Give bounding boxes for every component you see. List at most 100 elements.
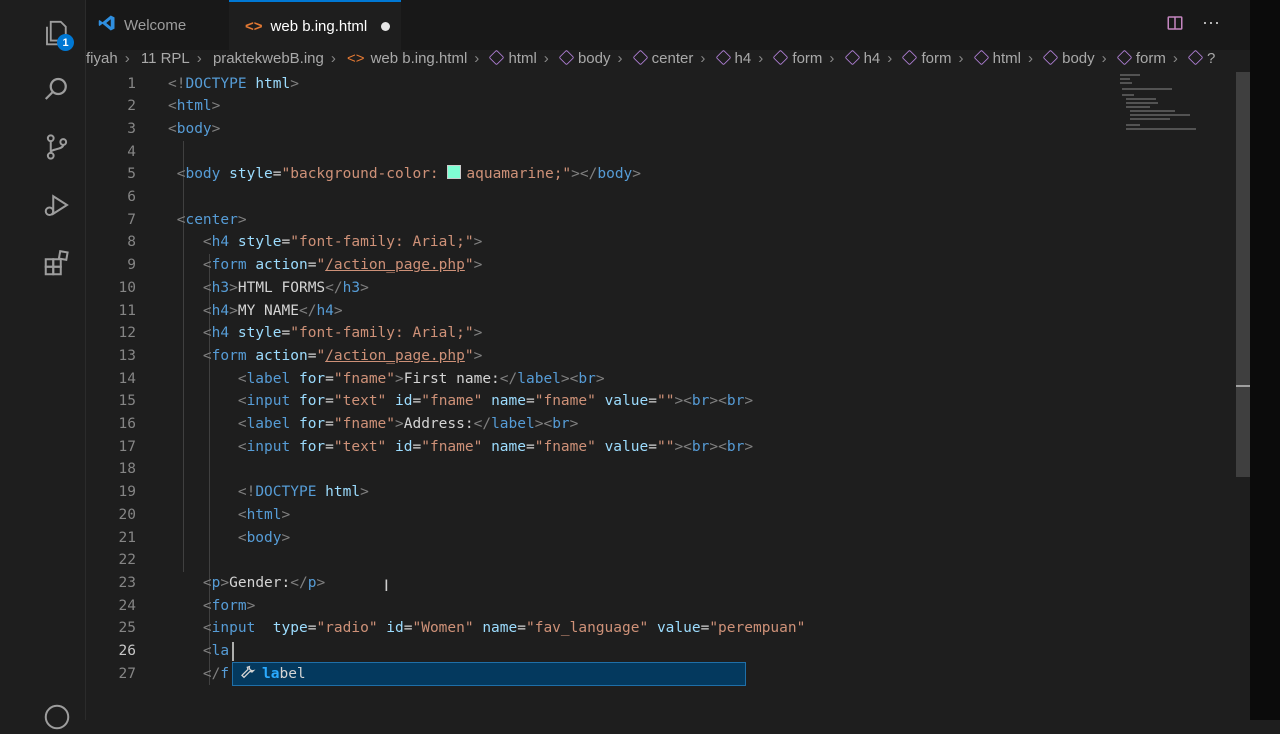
chevron-right-icon: ›	[1172, 50, 1178, 67]
line-number: 7	[127, 211, 136, 228]
source-control-icon[interactable]	[40, 130, 74, 164]
line-number: 8	[127, 234, 136, 251]
color-swatch-icon[interactable]	[447, 165, 462, 180]
element-icon	[1116, 50, 1133, 66]
line-number: 18	[118, 461, 136, 478]
scrollbar-thumb[interactable]	[1236, 72, 1250, 477]
breadcrumb-item[interactable]: html	[508, 50, 536, 67]
line-number: 3	[127, 120, 136, 137]
code-line[interactable]: 3 <body>	[86, 118, 1236, 141]
extensions-icon[interactable]	[40, 246, 74, 280]
text-cursor	[232, 642, 234, 661]
breadcrumb-item[interactable]: center	[652, 50, 694, 67]
tab-welcome[interactable]: Welcome	[86, 0, 229, 50]
source-control-badge: 1	[57, 34, 74, 51]
more-actions-icon[interactable]: ···	[1202, 13, 1220, 37]
code-line[interactable]: 12 <h4 style="font-family: Arial;">	[86, 322, 1236, 345]
vscode-logo-icon	[98, 14, 116, 36]
code-line[interactable]: 8 <h4 style="font-family: Arial;">	[86, 231, 1236, 254]
code-line[interactable]: 18	[86, 458, 1236, 481]
code-text: <body>	[237, 529, 291, 546]
breadcrumb-item[interactable]: 11 RPL	[141, 50, 190, 67]
code-text: <!DOCTYPE html>	[168, 75, 299, 92]
account-icon[interactable]	[40, 700, 74, 734]
line-number: 1	[127, 75, 136, 92]
code-line[interactable]: 24 <form>	[86, 595, 1236, 618]
code-text: <html>	[168, 98, 221, 115]
window-edge	[1250, 0, 1280, 720]
code-line[interactable]: 1 <!DOCTYPE html>	[86, 73, 1236, 96]
code-line[interactable]: 26 <la	[86, 640, 1236, 663]
breadcrumb-item[interactable]: form	[921, 50, 951, 67]
code-line[interactable]: 16 <label for="fname">Address:</label><b…	[86, 413, 1236, 436]
wrench-icon	[237, 664, 259, 684]
unsaved-dot-icon[interactable]	[381, 21, 391, 31]
chevron-right-icon: ›	[330, 50, 336, 67]
code-line[interactable]: 21 <body>	[86, 527, 1236, 550]
code-line[interactable]: 25 <input type="radio" id="Women" name="…	[86, 617, 1236, 640]
code-line[interactable]: 10 <h3>HTML FORMS</h3>	[86, 277, 1236, 300]
breadcrumb-item[interactable]: body	[1062, 50, 1095, 67]
line-number: 15	[118, 393, 136, 410]
breadcrumb-item[interactable]: ?	[1207, 50, 1215, 67]
code-line[interactable]: 23 <p>Gender:</p>	[86, 572, 1236, 595]
line-number: 24	[118, 597, 136, 614]
code-line[interactable]: 15 <input for="text" id="fname" name="fn…	[86, 390, 1236, 413]
code-line[interactable]: 5 <body style="background-color: aquamar…	[86, 163, 1236, 186]
code-text: <h4>MY NAME</h4>	[202, 302, 343, 319]
element-icon	[844, 50, 860, 66]
autocomplete-suggestion[interactable]: la bel	[232, 662, 746, 686]
tab-web-bing-html[interactable]: <> web b.ing.html	[229, 0, 401, 50]
code-line[interactable]: 11 <h4>MY NAME</h4>	[86, 300, 1236, 323]
line-number: 10	[118, 279, 136, 296]
code-text: <label for="fname">First name:</label><b…	[237, 370, 605, 387]
element-icon	[1042, 50, 1059, 66]
line-number: 26	[118, 643, 136, 659]
code-line[interactable]: 20 <html>	[86, 504, 1236, 527]
chevron-right-icon: ›	[617, 50, 623, 67]
line-number: 13	[118, 347, 136, 364]
chevron-right-icon: ›	[829, 50, 835, 67]
code-text: <form action="/action_page.php">	[202, 257, 483, 274]
code-text: <h4 style="font-family: Arial;">	[202, 325, 483, 342]
code-line[interactable]: 22	[86, 549, 1236, 572]
activity-bar: 1	[0, 0, 86, 730]
code-editor[interactable]: 1 <!DOCTYPE html> 2 <html> 3 <body> 4 5 <body s…	[86, 72, 1236, 720]
code-line[interactable]: 13 <form action="/action_page.php">	[86, 345, 1236, 368]
element-icon	[973, 50, 989, 66]
code-line[interactable]: 9 <form action="/action_page.php">	[86, 254, 1236, 277]
code-line[interactable]: 17 <input for="text" id="fname" name="fn…	[86, 436, 1236, 459]
breadcrumb-item[interactable]: fiyah	[86, 50, 118, 67]
line-number: 11	[118, 302, 136, 319]
line-number: 14	[118, 370, 136, 387]
breadcrumb-item[interactable]: web b.ing.html	[371, 50, 468, 67]
code-text: <input type="radio" id="Women" name="fav…	[202, 620, 806, 637]
chevron-right-icon: ›	[1027, 50, 1033, 67]
code-line[interactable]: 14 <label for="fname">First name:</label…	[86, 368, 1236, 391]
chevron-right-icon: ›	[196, 50, 202, 67]
breadcrumb-item[interactable]: form	[792, 50, 822, 67]
code-line[interactable]: 4	[86, 141, 1236, 164]
code-text: <input for="text" id="fname" name="fname…	[237, 393, 754, 410]
line-number: 6	[127, 189, 136, 205]
search-icon[interactable]	[40, 72, 74, 106]
breadcrumb-item[interactable]: html	[993, 50, 1021, 67]
chevron-right-icon: ›	[1101, 50, 1107, 67]
breadcrumb-item[interactable]: h4	[735, 50, 752, 67]
run-debug-icon[interactable]	[40, 188, 74, 222]
code-line[interactable]: 19 <!DOCTYPE html>	[86, 481, 1236, 504]
breadcrumb-item[interactable]: praktekwebB.ing	[213, 50, 324, 67]
minimap[interactable]	[1118, 72, 1218, 152]
breadcrumb-item[interactable]: form	[1136, 50, 1166, 67]
tab-label: Welcome	[124, 16, 187, 34]
chevron-right-icon: ›	[758, 50, 764, 67]
chevron-right-icon: ›	[124, 50, 130, 67]
chevron-right-icon: ›	[958, 50, 964, 67]
breadcrumb-item[interactable]: h4	[864, 50, 881, 67]
breadcrumb-item[interactable]: body	[578, 50, 611, 67]
split-editor-icon[interactable]	[1166, 14, 1184, 37]
code-line[interactable]: 7 <center>	[86, 209, 1236, 232]
code-line[interactable]: 6	[86, 186, 1236, 209]
code-line[interactable]: 2 <html>	[86, 95, 1236, 118]
element-icon	[902, 50, 918, 66]
